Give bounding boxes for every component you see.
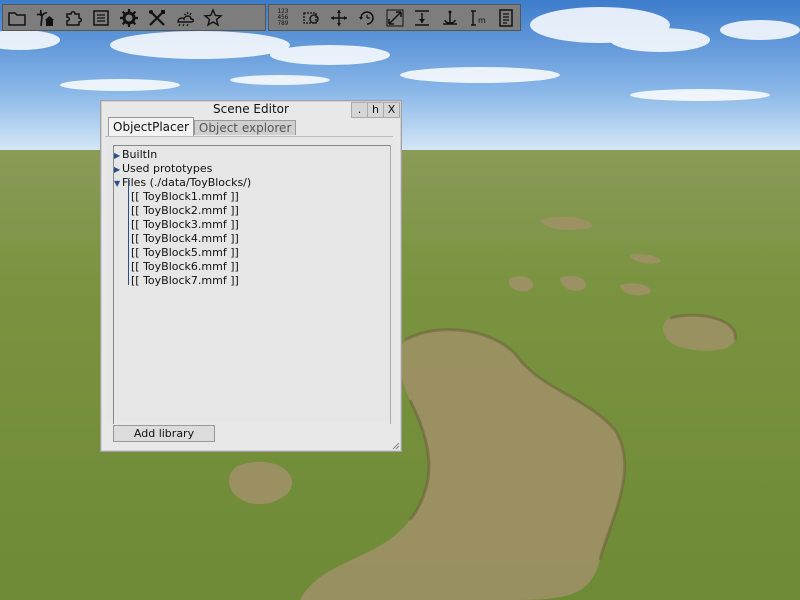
window-titlebar[interactable]: Scene Editor . h X (101, 101, 401, 118)
rotate-icon[interactable] (353, 6, 381, 30)
window-hide-button[interactable]: h (367, 102, 384, 118)
prototype-tree[interactable]: ▶ BuiltIn ▶ Used prototypes ▼ Files (./data… (113, 145, 391, 424)
expand-arrow-icon[interactable]: ▶ (114, 151, 122, 160)
file-item[interactable]: [[ ToyBlock4.mmf ]] (131, 232, 239, 245)
select-move-icon[interactable] (297, 6, 325, 30)
document-icon[interactable] (492, 6, 520, 30)
scene-editor-window: Scene Editor . h X ObjectPlacer Object e… (100, 100, 402, 452)
editor-tabs: ObjectPlacer Object explorer (108, 117, 297, 137)
objectplacer-panel: ▶ BuiltIn ▶ Used prototypes ▼ Files (./data… (105, 136, 393, 424)
tree-item-builtin[interactable]: ▶ BuiltIn (114, 148, 157, 161)
move-arrows-icon[interactable] (325, 6, 353, 30)
file-item[interactable]: [[ ToyBlock5.mmf ]] (131, 246, 239, 259)
list-icon[interactable] (87, 6, 115, 30)
resize-grip-icon[interactable] (390, 440, 400, 450)
svg-text:m: m (478, 16, 486, 25)
file-item[interactable]: [[ ToyBlock7.mmf ]] (131, 274, 239, 287)
tree-branch-line (128, 179, 129, 285)
tree-label-used-prototypes: Used prototypes (122, 162, 213, 175)
tree-label-builtin: BuiltIn (122, 148, 158, 161)
window-close-button[interactable]: X (383, 102, 400, 118)
tree-item-used-prototypes[interactable]: ▶ Used prototypes (114, 162, 212, 175)
file-item[interactable]: [[ ToyBlock2.mmf ]] (131, 204, 239, 217)
tab-objectplacer[interactable]: ObjectPlacer (108, 117, 194, 137)
align-top-icon[interactable] (408, 6, 436, 30)
file-item[interactable]: [[ ToyBlock6.mmf ]] (131, 260, 239, 273)
window-minimize-button[interactable]: . (351, 102, 368, 118)
tree-item-files[interactable]: ▼ Files (./data/ToyBlocks/) (114, 176, 251, 189)
weather-icon[interactable] (171, 6, 199, 30)
folder-icon[interactable] (3, 6, 31, 30)
puzzle-icon[interactable] (59, 6, 87, 30)
collapse-arrow-icon[interactable]: ▼ (114, 179, 122, 188)
main-toolbar (2, 4, 266, 31)
add-library-button[interactable]: Add library (113, 425, 215, 442)
measure-icon[interactable]: m (464, 6, 492, 30)
gear-icon[interactable] (115, 6, 143, 30)
star-icon[interactable] (199, 6, 227, 30)
numpad-row-3: 789 (277, 19, 289, 27)
scale-icon[interactable] (381, 6, 409, 30)
file-item[interactable]: [[ ToyBlock1.mmf ]] (131, 190, 239, 203)
expand-arrow-icon[interactable]: ▶ (114, 165, 122, 174)
crossed-tools-icon[interactable] (143, 6, 171, 30)
numpad-icon[interactable]: 123 456 789 (269, 6, 297, 30)
file-item[interactable]: [[ ToyBlock3.mmf ]] (131, 218, 239, 231)
tree-label-files: Files (./data/ToyBlocks/) (122, 176, 252, 189)
anchor-icon[interactable] (436, 6, 464, 30)
tab-object-explorer[interactable]: Object explorer (193, 120, 297, 135)
transform-toolbar: 123 456 789 m (268, 4, 521, 31)
palm-tree-house-icon[interactable] (31, 6, 59, 30)
